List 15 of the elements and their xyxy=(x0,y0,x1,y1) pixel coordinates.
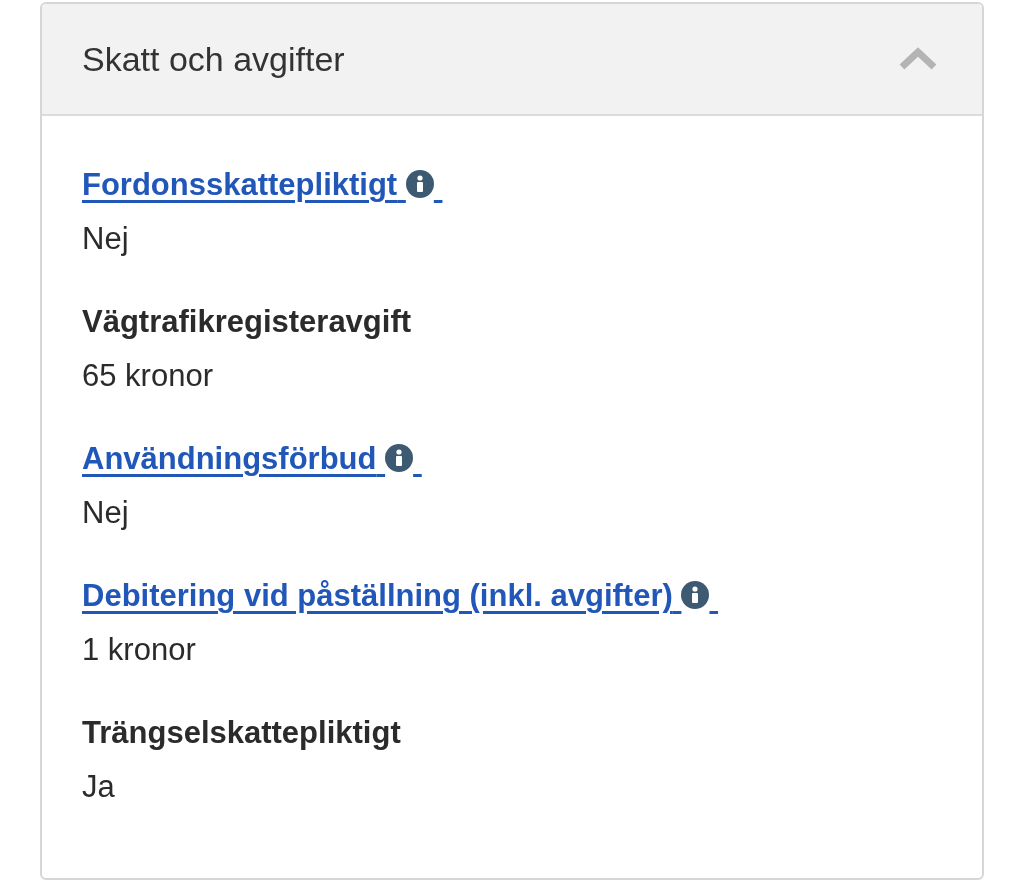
info-icon xyxy=(405,170,434,198)
field-value: Nej xyxy=(82,494,129,533)
field-value: 65 kronor xyxy=(82,357,213,396)
field-value: Nej xyxy=(82,220,129,259)
panel-header[interactable]: Skatt och avgifter xyxy=(42,4,982,116)
field-label: Vägtrafikregisteravgift xyxy=(82,303,412,341)
field-label: Trängselskattepliktigt xyxy=(82,714,401,752)
field-value: Ja xyxy=(82,768,115,807)
field-value: 1 kronor xyxy=(82,631,196,670)
info-icon xyxy=(681,581,710,609)
info-link[interactable]: Användningsförbud xyxy=(82,431,422,486)
info-link[interactable]: Fordonsskattepliktigt xyxy=(82,157,443,212)
info-icon xyxy=(385,444,414,472)
info-link[interactable]: Debitering vid påställning (inkl. avgifter) xyxy=(82,568,719,623)
panel-title: Skatt och avgifter xyxy=(82,38,345,80)
